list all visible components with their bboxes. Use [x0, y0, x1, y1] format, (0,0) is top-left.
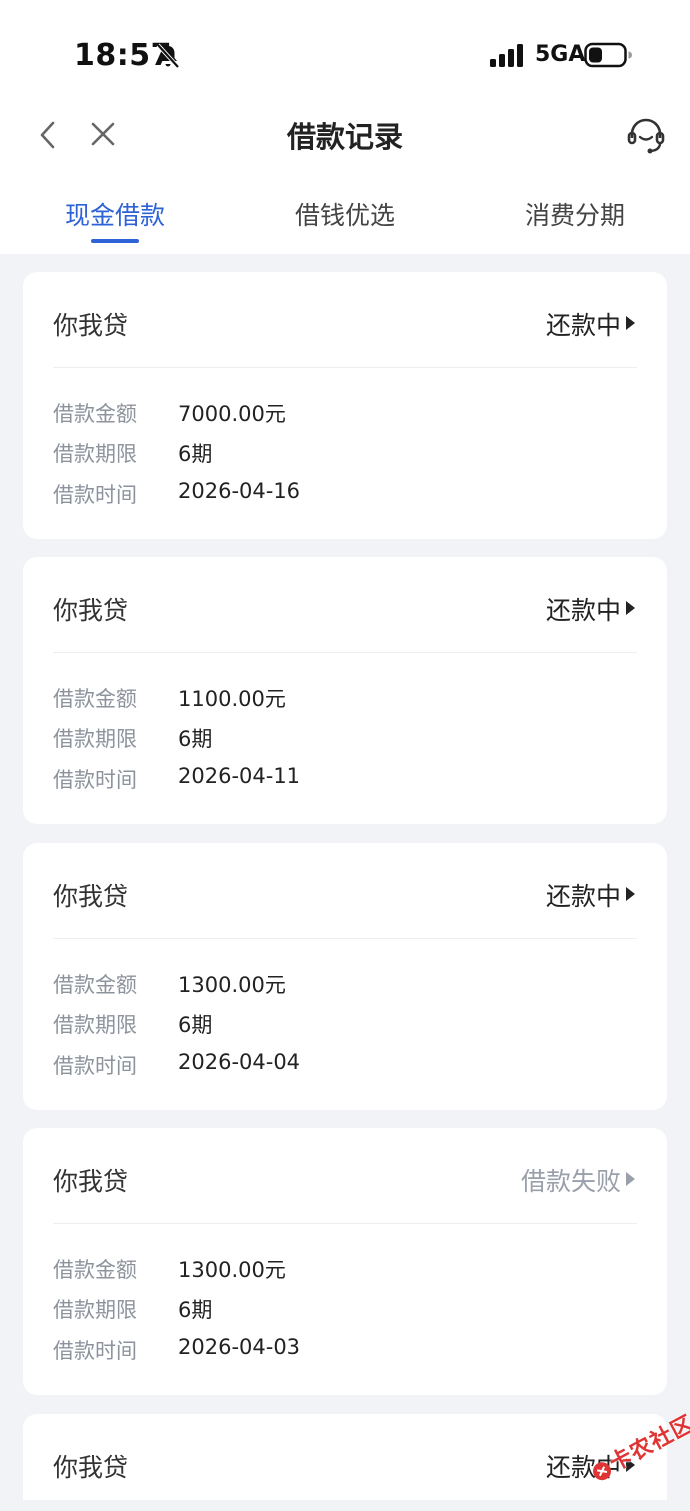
network-type: 5GA	[535, 42, 586, 67]
record-status: 还款中	[545, 596, 621, 625]
tab-active-indicator	[91, 239, 139, 243]
time-value: 2026-04-11	[178, 764, 301, 788]
loan-record-card[interactable]: 你我贷 还款中	[23, 1414, 667, 1500]
term-value: 6期	[178, 727, 213, 751]
term-value: 6期	[178, 442, 213, 466]
caret-right-icon	[626, 887, 635, 901]
caret-right-icon	[626, 316, 635, 330]
time-value: 2026-04-16	[178, 479, 301, 503]
time-value: 2026-04-03	[178, 1335, 301, 1359]
lender-name: 你我贷	[53, 311, 129, 340]
time-label: 借款时间	[53, 1054, 137, 1078]
signal-icon	[490, 44, 523, 67]
lender-name: 你我贷	[53, 1167, 129, 1196]
divider	[53, 938, 637, 939]
time-label: 借款时间	[53, 1339, 137, 1363]
caret-right-icon	[626, 1172, 635, 1186]
lender-name: 你我贷	[53, 882, 129, 911]
term-label: 借款期限	[53, 1013, 137, 1037]
divider	[53, 367, 637, 368]
loan-record-card[interactable]: 你我贷 还款中 借款金额 1100.00元 借款期限 6期 借款时间 2026-…	[23, 557, 667, 824]
amount-label: 借款金额	[53, 973, 137, 997]
amount-label: 借款金额	[53, 402, 137, 426]
customer-service-icon[interactable]	[626, 116, 666, 156]
amount-label: 借款金额	[53, 687, 137, 711]
bell-muted-icon	[156, 43, 180, 69]
term-value: 6期	[178, 1013, 213, 1037]
amount-label: 借款金额	[53, 1258, 137, 1282]
term-label: 借款期限	[53, 1298, 137, 1322]
record-status: 还款中	[545, 882, 621, 911]
loan-record-card[interactable]: 你我贷 还款中 借款金额 7000.00元 借款期限 6期 借款时间 2026-…	[23, 272, 667, 539]
term-value: 6期	[178, 1298, 213, 1322]
tab-cash-loan[interactable]: 现金借款	[15, 196, 215, 232]
time-label: 借款时间	[53, 483, 137, 507]
amount-value: 1300.00元	[178, 973, 286, 997]
record-status: 借款失败	[520, 1167, 621, 1196]
time-label: 借款时间	[53, 768, 137, 792]
lender-name: 你我贷	[53, 596, 129, 625]
term-label: 借款期限	[53, 442, 137, 466]
lender-name: 你我贷	[53, 1453, 129, 1482]
loan-record-card[interactable]: 你我贷 借款失败 借款金额 1300.00元 借款期限 6期 借款时间 2026…	[23, 1128, 667, 1395]
amount-value: 1300.00元	[178, 1258, 286, 1282]
amount-value: 1100.00元	[178, 687, 286, 711]
caret-right-icon	[626, 601, 635, 615]
header-area: 18:57 5GA 借款记录 现金借款 借钱优选 消费分期	[0, 0, 690, 254]
amount-value: 7000.00元	[178, 402, 286, 426]
battery-icon	[584, 42, 632, 68]
divider	[53, 652, 637, 653]
page-title: 借款记录	[286, 120, 403, 154]
tab-installment[interactable]: 消费分期	[475, 196, 675, 232]
record-status: 还款中	[545, 311, 621, 340]
term-label: 借款期限	[53, 727, 137, 751]
divider	[53, 1223, 637, 1224]
loan-record-card[interactable]: 你我贷 还款中 借款金额 1300.00元 借款期限 6期 借款时间 2026-…	[23, 843, 667, 1110]
watermark-text: 卡农社区	[605, 1411, 690, 1477]
time-value: 2026-04-04	[178, 1050, 301, 1074]
tab-loan-selection[interactable]: 借钱优选	[245, 196, 445, 232]
